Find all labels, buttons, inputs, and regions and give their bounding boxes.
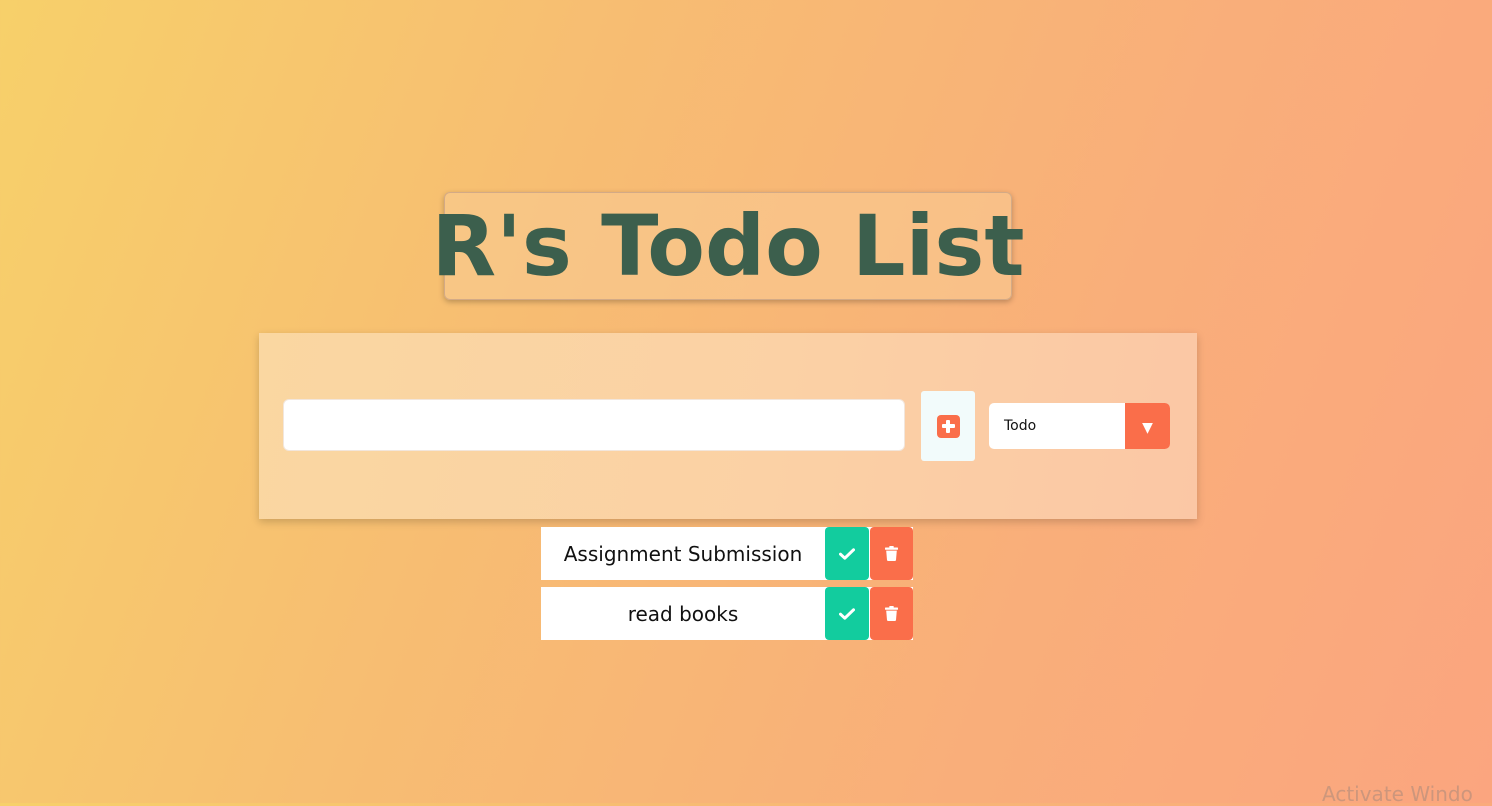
check-icon [839,547,855,560]
title-box: R's Todo List [431,192,1025,300]
todo-item: Assignment Submission [541,527,913,580]
complete-button[interactable] [825,527,869,580]
todo-list: Assignment Submission read books [541,527,913,647]
filter-selected-value: Todo [1004,418,1037,434]
todo-item: read books [541,587,913,640]
todo-form: Todo ▼ [259,333,1197,519]
add-todo-button[interactable] [921,391,975,461]
plus-square-icon [936,414,960,438]
activate-windows-watermark: Activate Windo [1322,782,1473,806]
todo-input[interactable] [283,399,905,451]
todo-text: Assignment Submission [563,541,803,566]
trash-icon [885,606,898,621]
complete-button[interactable] [825,587,869,640]
check-icon [839,607,855,620]
page-title: R's Todo List [431,197,1025,295]
todo-text: read books [627,601,739,626]
delete-button[interactable] [870,527,913,580]
filter-select[interactable]: Todo ▼ [989,403,1170,449]
trash-icon [885,546,898,561]
caret-down-icon[interactable]: ▼ [1125,403,1170,449]
delete-button[interactable] [870,587,913,640]
